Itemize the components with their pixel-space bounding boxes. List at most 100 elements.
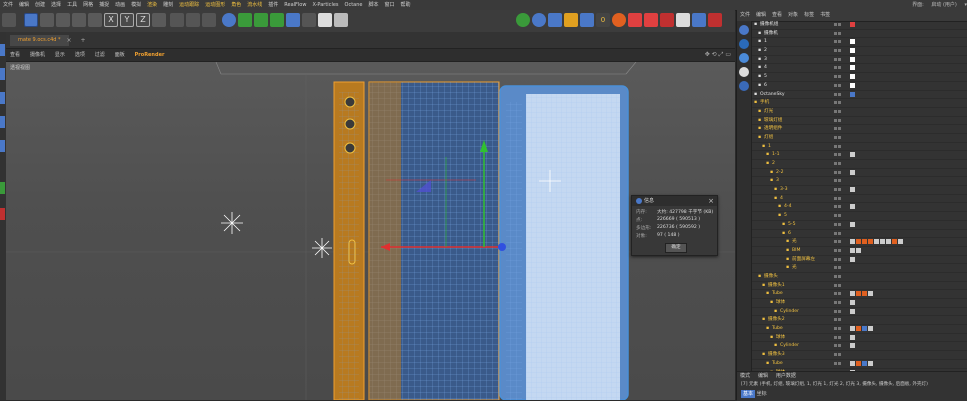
menu-item-21[interactable]: 帮助 [398,0,414,10]
octane-light-icon[interactable] [564,13,578,27]
material-tag-icon[interactable] [868,291,873,297]
layer-icon[interactable] [739,25,749,35]
viewport-menu-cameras[interactable]: 摄像机 [26,49,49,61]
menu-item-14[interactable]: 流水线 [244,0,265,10]
object-row[interactable]: ▪ 4-4 [752,203,967,213]
material-tag-icon[interactable] [856,360,861,366]
material-tag-icon[interactable] [850,74,855,80]
material-tag-icon[interactable] [868,326,873,332]
visibility-flags[interactable] [834,300,844,305]
material-tag-icon[interactable] [880,239,885,245]
array-icon[interactable] [270,13,284,27]
material-tag-icon[interactable] [850,187,855,193]
cube-object-icon[interactable] [222,13,236,27]
object-row[interactable]: ▪ 摄像头2 [752,316,967,326]
object-row[interactable]: ▪ 2-2 [752,169,967,178]
object-row[interactable]: ▪ 1 [752,143,967,152]
om-menu-item-3[interactable]: 对象 [785,10,801,21]
object-row[interactable]: ▪ 4 [752,64,967,74]
menu-item-19[interactable]: 脚本 [365,0,381,10]
visibility-flags[interactable] [834,343,844,348]
no-entry-icon[interactable] [739,67,749,77]
visibility-flags[interactable] [834,135,844,140]
object-row[interactable]: ▪ 6 [752,82,967,91]
material-tag-icon[interactable] [850,334,855,340]
visibility-flags[interactable] [834,265,844,270]
viewport-menu-prorender[interactable]: ProRender [131,49,169,61]
coordinate-system-icon[interactable] [152,13,166,27]
object-row[interactable]: ▪ 光 [752,238,967,247]
object-row[interactable]: ▪ 5 [752,73,967,82]
octane-volume-icon[interactable] [692,13,706,27]
object-row[interactable]: ▪ 5 [752,212,967,221]
visibility-flags[interactable] [834,144,844,149]
light-icon[interactable] [334,13,348,27]
material-tag-icon[interactable] [850,291,855,297]
object-row[interactable]: ▪ Tube [752,290,967,299]
object-row[interactable]: ▪ 手机 [752,99,967,108]
menu-item-11[interactable]: 运动跟踪 [176,0,202,10]
material-tag-icon[interactable] [856,247,861,253]
object-row[interactable]: ▪ 透明组件 [752,125,967,134]
visibility-flags[interactable] [834,48,844,53]
object-row[interactable]: ▪ Cylinder [752,342,967,352]
material-tag-icon[interactable] [892,239,897,245]
visibility-flags[interactable] [834,239,844,244]
material-tag-icon[interactable] [862,326,867,332]
om-menu-item-0[interactable]: 文件 [737,10,753,21]
material-tag-icon[interactable] [898,239,903,245]
attr-menu-userdata[interactable]: 用户数据 [773,372,799,380]
visibility-flags[interactable] [834,31,844,36]
octane-texture-icon[interactable] [644,13,658,27]
material-tag-icon[interactable] [850,300,855,305]
octane-arnold-icon[interactable] [660,13,674,27]
viewport-menu-filter[interactable]: 过滤 [91,49,109,61]
material-tag-icon[interactable] [850,326,855,332]
object-row[interactable]: ▪ 玻璃灯组 [752,117,967,126]
move-tool-icon[interactable] [40,13,54,27]
material-tag-icon[interactable] [868,239,873,245]
visibility-flags[interactable] [834,257,844,262]
menu-item-4[interactable]: 工具 [64,0,80,10]
object-row[interactable]: ▪ 光 [752,264,967,273]
model-mode-icon[interactable] [0,44,5,56]
menu-item-0[interactable]: 文件 [0,0,16,10]
visibility-flags[interactable] [834,100,844,105]
live-select-icon[interactable] [24,13,38,27]
menu-item-15[interactable]: 插件 [265,0,281,10]
material-tag-icon[interactable] [850,48,855,54]
visibility-flags[interactable] [834,352,844,357]
visibility-flags[interactable] [834,22,844,27]
object-row[interactable]: ▪ 1 [752,38,967,48]
object-row[interactable]: ▪ 3 [752,177,967,187]
menu-item-8[interactable]: 模拟 [128,0,144,10]
z-axis-lock-button[interactable]: Z [136,13,150,27]
om-menu-item-2[interactable]: 查看 [769,10,785,21]
menu-item-10[interactable]: 雕刻 [160,0,176,10]
subdivision-icon[interactable] [254,13,268,27]
object-row[interactable]: ▪ 灯光 [752,108,967,117]
pen-tool-icon[interactable] [238,13,252,27]
render-settings-icon[interactable] [202,13,216,27]
visibility-flags[interactable] [834,83,844,88]
material-tag-icon[interactable] [850,39,855,45]
material-tag-icon[interactable] [850,247,855,253]
object-row[interactable]: ▪ 6 [752,230,967,239]
octane-sphere-icon[interactable] [612,13,626,27]
visibility-flags[interactable] [834,92,844,97]
object-row[interactable]: ▪ OctaneSky [752,91,967,100]
menu-item-20[interactable]: 窗口 [382,0,398,10]
render-picture-viewer-icon[interactable] [186,13,200,27]
object-row[interactable]: ▪ 摄像机组 [752,21,967,30]
menu-item-1[interactable]: 编辑 [16,0,32,10]
menu-item-13[interactable]: 角色 [228,0,244,10]
object-mode-icon[interactable] [0,68,5,80]
new-tab-icon[interactable]: + [78,35,88,46]
x-axis-lock-button[interactable]: X [104,13,118,27]
octane-settings-icon[interactable] [532,13,546,27]
visibility-flags[interactable] [834,309,844,314]
material-tag-icon[interactable] [850,65,855,71]
object-row[interactable]: ▪ Tube [752,360,967,369]
deformer-icon[interactable] [286,13,300,27]
object-row[interactable]: ▪ 2 [752,47,967,56]
